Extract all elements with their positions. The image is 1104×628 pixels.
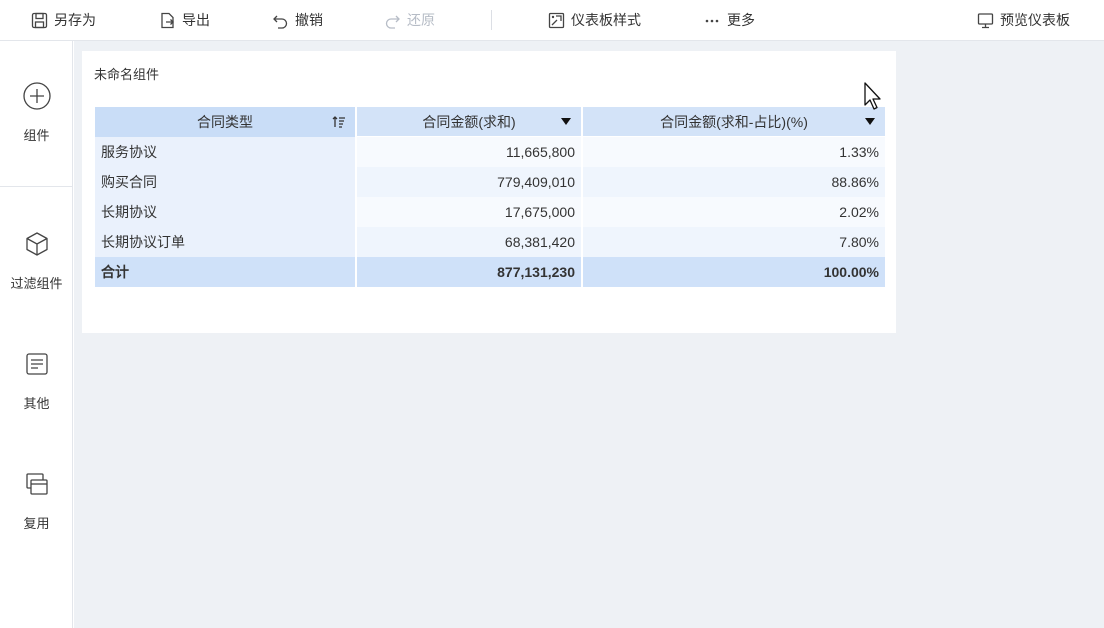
more-button[interactable]: 更多	[704, 0, 755, 40]
dropdown-caret-icon[interactable]	[561, 118, 571, 125]
export-button[interactable]: 导出	[159, 0, 210, 40]
top-toolbar: 另存为 导出 撤销 还原 仪表板样式 更多 预览仪表板	[0, 0, 1104, 41]
total-percent: 100.00%	[583, 257, 885, 287]
sidebar-item-label: 复用	[23, 516, 50, 531]
redo-label: 还原	[407, 12, 435, 28]
mouse-cursor-icon	[864, 82, 881, 110]
dashboard-style-button[interactable]: 仪表板样式	[548, 0, 641, 40]
preview-dashboard-label: 预览仪表板	[1000, 12, 1070, 28]
sidebar-item-label: 过滤组件	[10, 276, 63, 291]
total-label: 合计	[95, 257, 357, 287]
undo-button[interactable]: 撤销	[272, 0, 323, 40]
table-total-row: 合计 877,131,230 100.00%	[95, 257, 885, 287]
cell-contract-percent: 7.80%	[583, 227, 885, 257]
table-row: 长期协议订单 68,381,420 7.80%	[95, 227, 885, 257]
header-label: 合同金额(求和)	[422, 114, 516, 130]
cell-contract-amount: 779,409,010	[357, 167, 583, 197]
table-body: 服务协议 11,665,800 1.33% 购买合同 779,409,010 8…	[95, 137, 885, 257]
sidebar-item-label: 其他	[23, 396, 50, 411]
save-as-label: 另存为	[54, 12, 96, 28]
cell-contract-type: 购买合同	[95, 167, 357, 197]
sidebar-item-reuse[interactable]: 复用	[0, 469, 73, 532]
ellipsis-icon	[705, 19, 719, 22]
cell-contract-type: 长期协议订单	[95, 227, 357, 257]
widget-title: 未命名组件	[94, 67, 160, 82]
table-row: 长期协议 17,675,000 2.02%	[95, 197, 885, 227]
header-label: 合同类型	[197, 114, 253, 130]
data-table: 合同类型 合同金额(求和) 合同金额(求和-占比)(%) 服务协议 11,665…	[95, 107, 885, 287]
cell-contract-amount: 17,675,000	[357, 197, 583, 227]
dropdown-caret-icon[interactable]	[865, 118, 875, 125]
preview-dashboard-button[interactable]: 预览仪表板	[977, 0, 1070, 40]
save-icon	[31, 12, 48, 28]
toolbar-divider	[491, 10, 492, 30]
plus-circle-icon	[22, 82, 51, 110]
more-label: 更多	[727, 12, 755, 28]
sidebar-divider	[0, 186, 73, 187]
cell-contract-amount: 68,381,420	[357, 227, 583, 257]
palette-icon	[548, 12, 565, 28]
sidebar-item-other[interactable]: 其他	[0, 349, 73, 412]
total-amount: 877,131,230	[357, 257, 583, 287]
header-label: 合同金额(求和-占比)(%)	[660, 114, 808, 130]
header-contract-amount[interactable]: 合同金额(求和)	[357, 107, 583, 137]
header-contract-type[interactable]: 合同类型	[95, 107, 357, 137]
redo-button[interactable]: 还原	[384, 0, 435, 40]
table-row: 购买合同 779,409,010 88.86%	[95, 167, 885, 197]
table-widget[interactable]: 未命名组件 合同类型 合同金额(求和) 合同金额(求和-占比)(%) 服务协议 …	[82, 51, 896, 333]
table-row: 服务协议 11,665,800 1.33%	[95, 137, 885, 167]
document-icon	[25, 353, 48, 375]
cell-contract-percent: 2.02%	[583, 197, 885, 227]
header-contract-amount-percent[interactable]: 合同金额(求和-占比)(%)	[583, 107, 885, 137]
monitor-icon	[977, 12, 994, 28]
cube-icon	[25, 232, 48, 256]
save-as-button[interactable]: 另存为	[31, 0, 96, 40]
undo-label: 撤销	[295, 12, 323, 28]
sidebar-item-label: 组件	[23, 128, 50, 143]
export-label: 导出	[182, 12, 210, 28]
undo-icon	[273, 15, 288, 29]
copy-icon	[25, 473, 48, 495]
cell-contract-percent: 88.86%	[583, 167, 885, 197]
table-header-row: 合同类型 合同金额(求和) 合同金额(求和-占比)(%)	[95, 107, 885, 137]
sort-icon[interactable]	[331, 114, 347, 130]
export-icon	[161, 12, 174, 28]
redo-icon	[385, 15, 400, 29]
left-sidebar: 组件 过滤组件 其他 复用	[0, 41, 73, 628]
cell-contract-type: 长期协议	[95, 197, 357, 227]
dashboard-canvas[interactable]: 未命名组件 合同类型 合同金额(求和) 合同金额(求和-占比)(%) 服务协议 …	[74, 41, 1104, 628]
sidebar-item-components[interactable]: 组件	[0, 81, 73, 144]
cell-contract-percent: 1.33%	[583, 137, 885, 167]
cell-contract-amount: 11,665,800	[357, 137, 583, 167]
dashboard-style-label: 仪表板样式	[571, 12, 641, 28]
cell-contract-type: 服务协议	[95, 137, 357, 167]
sidebar-item-filter-components[interactable]: 过滤组件	[0, 229, 73, 292]
